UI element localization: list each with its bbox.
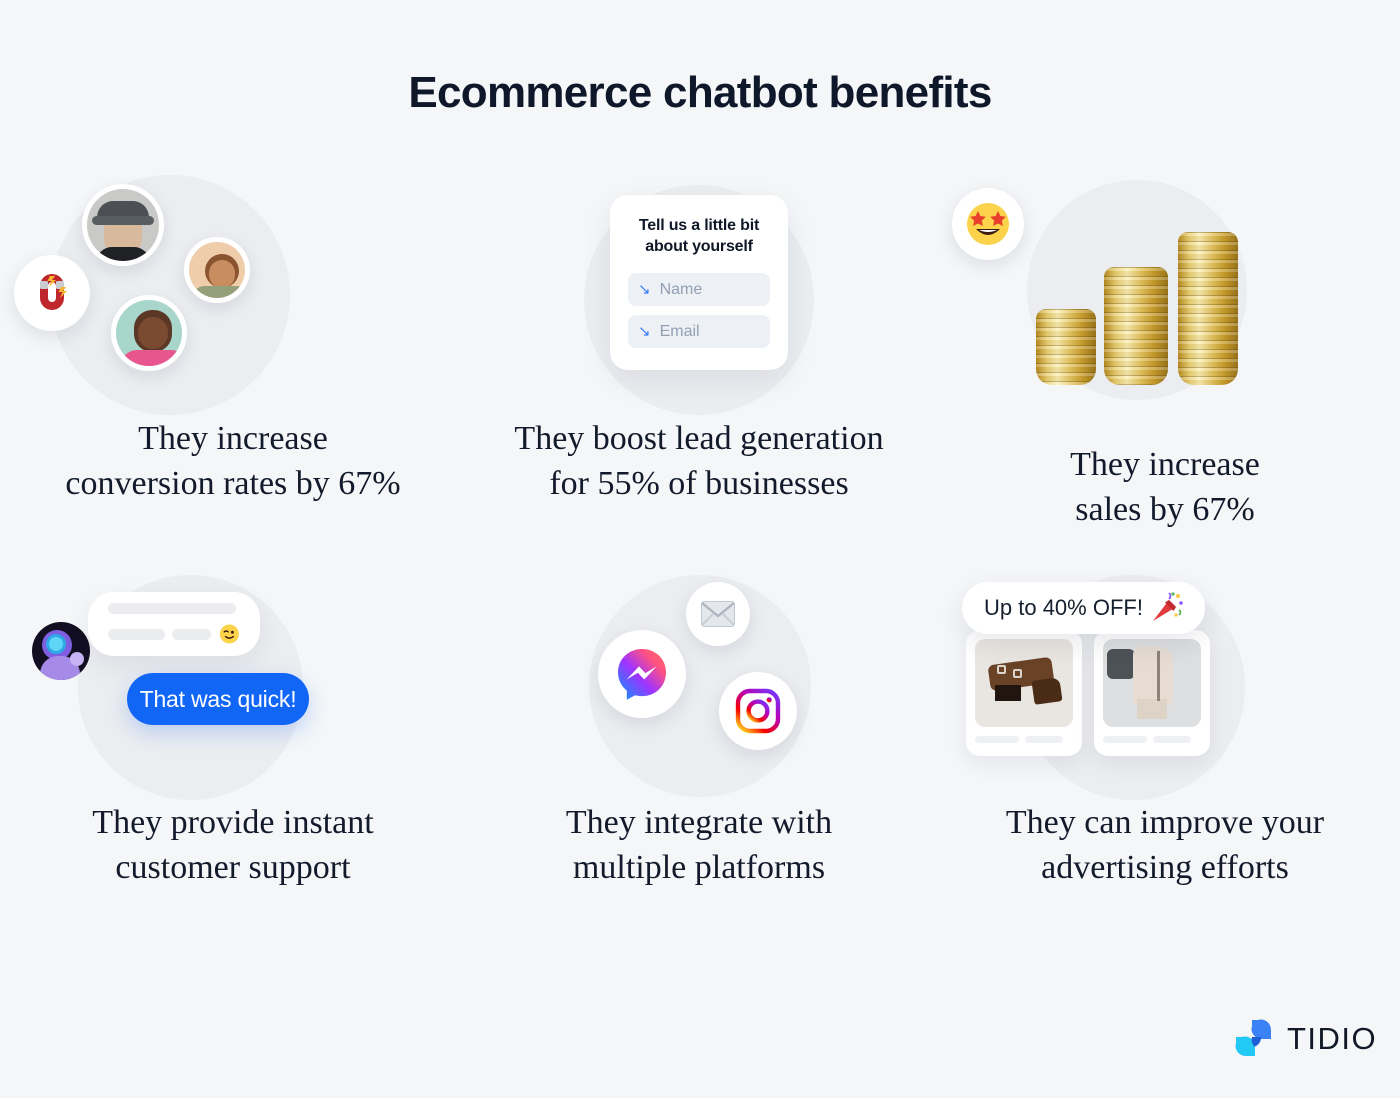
instagram-icon-badge bbox=[719, 672, 797, 750]
promo-badge: Up to 40% OFF! bbox=[962, 582, 1205, 634]
instagram-icon bbox=[735, 688, 781, 734]
email-icon-badge bbox=[686, 582, 750, 646]
benefit-caption: They integrate with multiple platforms bbox=[466, 800, 932, 890]
benefit-card-instant-support: That was quick! They provide instant cus… bbox=[0, 560, 466, 960]
caption-line-1: They provide instant bbox=[92, 804, 374, 841]
benefit-caption: They boost lead generation for 55% of bu… bbox=[466, 416, 932, 506]
lead-generation-illustration: Tell us a little bit about yourself ↘ Na… bbox=[466, 160, 932, 415]
email-field[interactable]: ↘ Email bbox=[628, 315, 770, 348]
conversion-rates-illustration bbox=[0, 160, 466, 415]
tidio-wordmark: TIDIO bbox=[1287, 1021, 1378, 1056]
reply-text: That was quick! bbox=[139, 685, 297, 712]
caption-line-1: They increase bbox=[1070, 446, 1260, 483]
product-card[interactable] bbox=[1094, 630, 1210, 756]
tidio-logo[interactable]: TIDIO bbox=[1232, 1018, 1377, 1060]
page-title: Ecommerce chatbot benefits bbox=[408, 68, 992, 117]
skeleton-line bbox=[108, 603, 236, 614]
name-field[interactable]: ↘ Name bbox=[628, 273, 770, 306]
benefit-card-conversion-rates: They increase conversion rates by 67% bbox=[0, 160, 466, 560]
skeleton-line bbox=[1025, 736, 1063, 743]
skeleton-line bbox=[1153, 736, 1191, 743]
caption-line-2: customer support bbox=[115, 849, 351, 886]
magnet-icon-badge bbox=[14, 255, 90, 331]
benefit-card-lead-generation: Tell us a little bit about yourself ↘ Na… bbox=[466, 160, 932, 560]
caption-line-2: advertising efforts bbox=[1041, 849, 1289, 886]
form-heading: Tell us a little bit about yourself bbox=[628, 215, 770, 257]
caption-line-1: They increase bbox=[138, 420, 328, 457]
benefit-caption: They can improve your advertising effort… bbox=[932, 800, 1398, 890]
brown-boot-thumbnail bbox=[975, 639, 1073, 727]
caption-line-1: They can improve your bbox=[1005, 804, 1325, 841]
benefit-card-sales: They increase sales by 67% bbox=[932, 160, 1398, 560]
benefits-row-1: They increase conversion rates by 67% Te… bbox=[0, 160, 1400, 560]
coin-stack-medium bbox=[1104, 267, 1168, 385]
tidio-logo-mark bbox=[1232, 1018, 1276, 1060]
form-heading-line-2: about yourself bbox=[645, 238, 753, 255]
arrow-down-right-icon: ↘ bbox=[638, 323, 651, 340]
benefit-card-advertising: Up to 40% OFF! They can improve your adv… bbox=[932, 560, 1398, 960]
cream-boot-thumbnail bbox=[1103, 639, 1201, 727]
sales-illustration bbox=[932, 160, 1398, 410]
promo-text: Up to 40% OFF! bbox=[984, 595, 1143, 620]
tidio-chat-icon bbox=[1235, 1019, 1271, 1056]
multiple-platforms-illustration bbox=[466, 560, 932, 810]
skeleton-line bbox=[108, 628, 165, 640]
caption-line-1: They boost lead generation bbox=[514, 420, 884, 457]
messenger-icon-badge bbox=[598, 630, 686, 718]
star-struck-emoji-badge bbox=[952, 188, 1024, 260]
incoming-message-bubble bbox=[88, 592, 260, 656]
advertising-illustration: Up to 40% OFF! bbox=[932, 560, 1398, 810]
avatar bbox=[82, 184, 164, 266]
benefit-caption: They increase sales by 67% bbox=[932, 442, 1398, 532]
email-field-placeholder: Email bbox=[659, 322, 700, 340]
skeleton-line bbox=[171, 628, 212, 640]
benefit-card-multiple-platforms: They integrate with multiple platforms bbox=[466, 560, 932, 960]
skeleton-line bbox=[975, 736, 1019, 743]
instant-support-illustration: That was quick! bbox=[0, 560, 466, 810]
caption-line-2: for 55% of businesses bbox=[549, 465, 849, 502]
caption-line-2: sales by 67% bbox=[1075, 491, 1255, 528]
magnet-icon bbox=[40, 274, 67, 310]
form-heading-line-1: Tell us a little bit bbox=[638, 217, 760, 234]
avatar bbox=[184, 237, 250, 303]
avatar bbox=[111, 295, 187, 371]
lead-form-card: Tell us a little bit about yourself ↘ Na… bbox=[610, 195, 788, 370]
skeleton-line bbox=[1103, 736, 1147, 743]
outgoing-message-bubble: That was quick! bbox=[127, 673, 309, 725]
party-popper-emoji bbox=[1152, 592, 1183, 621]
robot-avatar bbox=[32, 622, 90, 680]
caption-line-2: multiple platforms bbox=[572, 849, 826, 886]
coin-stacks bbox=[1032, 220, 1242, 385]
coin-stack-small bbox=[1036, 309, 1096, 385]
benefits-grid: They increase conversion rates by 67% Te… bbox=[0, 160, 1400, 940]
benefits-row-2: That was quick! They provide instant cus… bbox=[0, 560, 1400, 940]
caption-line-2: conversion rates by 67% bbox=[65, 465, 401, 502]
star-struck-emoji bbox=[967, 203, 1009, 245]
name-field-placeholder: Name bbox=[659, 280, 703, 298]
messenger-icon bbox=[618, 649, 666, 700]
product-card[interactable] bbox=[966, 630, 1082, 756]
coin-stack-large bbox=[1178, 232, 1238, 385]
winking-face-emoji bbox=[220, 624, 240, 644]
benefit-caption: They provide instant customer support bbox=[0, 800, 466, 890]
email-icon bbox=[701, 601, 735, 627]
benefit-caption: They increase conversion rates by 67% bbox=[0, 416, 466, 506]
caption-line-1: They integrate with bbox=[565, 804, 833, 841]
arrow-down-right-icon: ↘ bbox=[638, 281, 651, 298]
infographic-page: Ecommerce chatbot benefits They increase… bbox=[0, 0, 1400, 1098]
